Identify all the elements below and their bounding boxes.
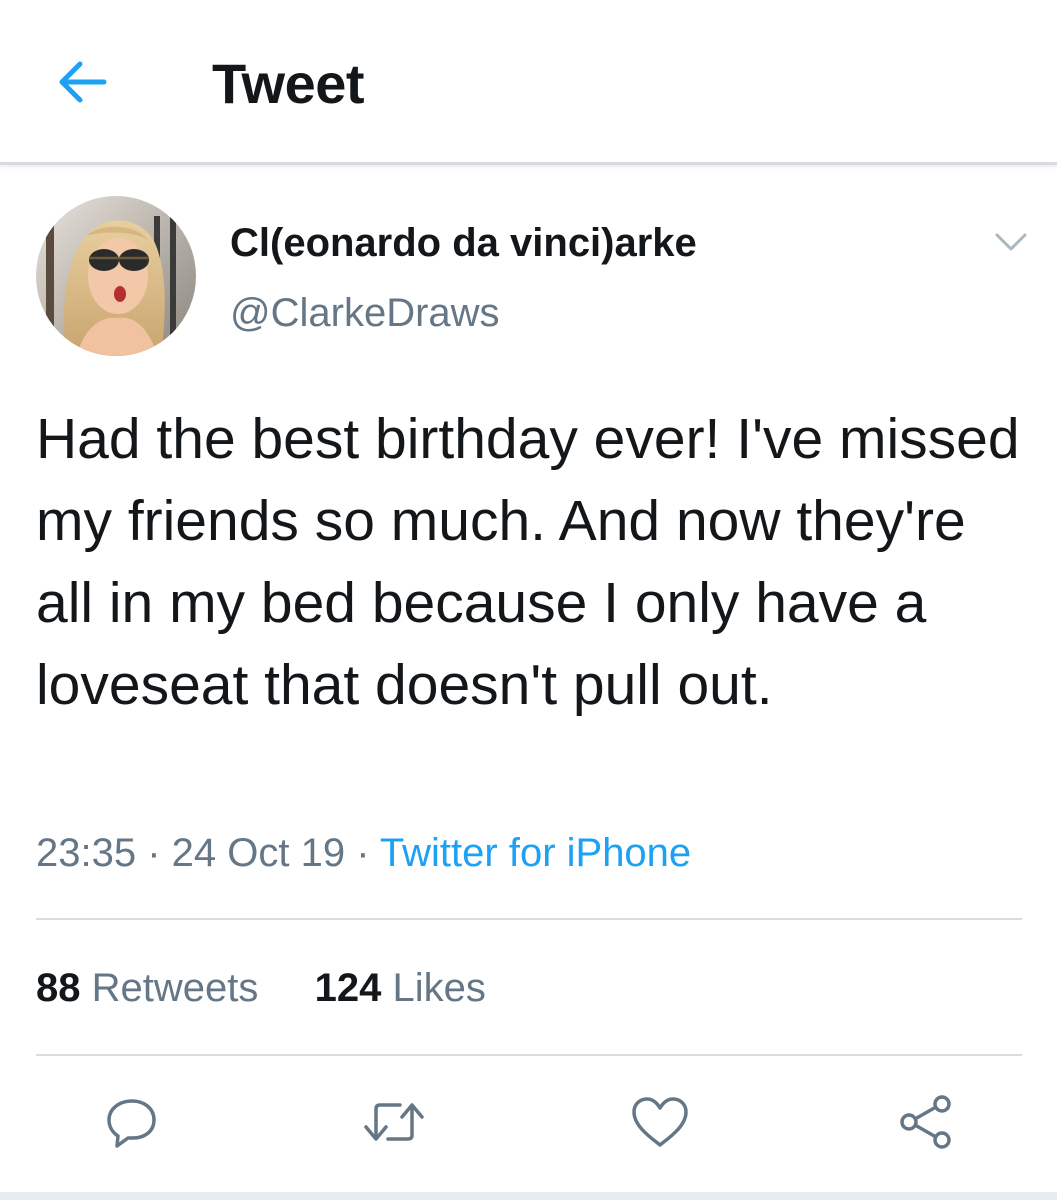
retweet-button[interactable]: [362, 1090, 426, 1154]
page-title: Tweet: [212, 52, 365, 115]
avatar[interactable]: [36, 196, 196, 356]
reply-icon: [107, 1099, 156, 1148]
top-bar: Tweet: [0, 0, 1057, 165]
back-button[interactable]: [52, 52, 112, 112]
heart-icon: [632, 1097, 688, 1147]
retweet-icon: [364, 1103, 424, 1141]
divider: [36, 1054, 1022, 1056]
retweets-count: 88: [36, 966, 81, 1010]
tweet-stats: 88 Retweets 124 Likes: [36, 963, 486, 1013]
display-name[interactable]: Cl(eonardo da vinci)arke: [230, 220, 697, 266]
arrow-left-icon: [59, 61, 107, 103]
tweet-meta: 23:35 · 24 Oct 19 · Twitter for iPhone: [36, 828, 691, 878]
tweet-date: 24 Oct 19: [171, 831, 346, 875]
meta-separator: ·: [136, 831, 172, 875]
chevron-down-icon: [995, 233, 1027, 251]
share-icon: [900, 1095, 951, 1149]
user-handle[interactable]: @ClarkeDraws: [230, 290, 500, 336]
divider: [36, 918, 1022, 920]
retweets-label: Retweets: [91, 966, 259, 1010]
share-button[interactable]: [894, 1090, 958, 1154]
tweet-text: Had the best birthday ever! I've missed …: [36, 407, 1020, 717]
likes-label: Likes: [392, 966, 486, 1010]
tweet-source-link[interactable]: Twitter for iPhone: [380, 831, 691, 875]
retweets-stat[interactable]: 88 Retweets: [36, 963, 258, 1013]
meta-separator: ·: [345, 831, 380, 875]
reply-button[interactable]: [100, 1090, 164, 1154]
bottom-border: [0, 1192, 1057, 1200]
likes-count: 124: [314, 966, 382, 1010]
tweet-options-button[interactable]: [986, 222, 1036, 262]
like-button[interactable]: [628, 1090, 692, 1154]
likes-stat[interactable]: 124 Likes: [315, 963, 486, 1013]
tweet-time: 23:35: [36, 831, 137, 875]
avatar-image: [36, 196, 196, 356]
